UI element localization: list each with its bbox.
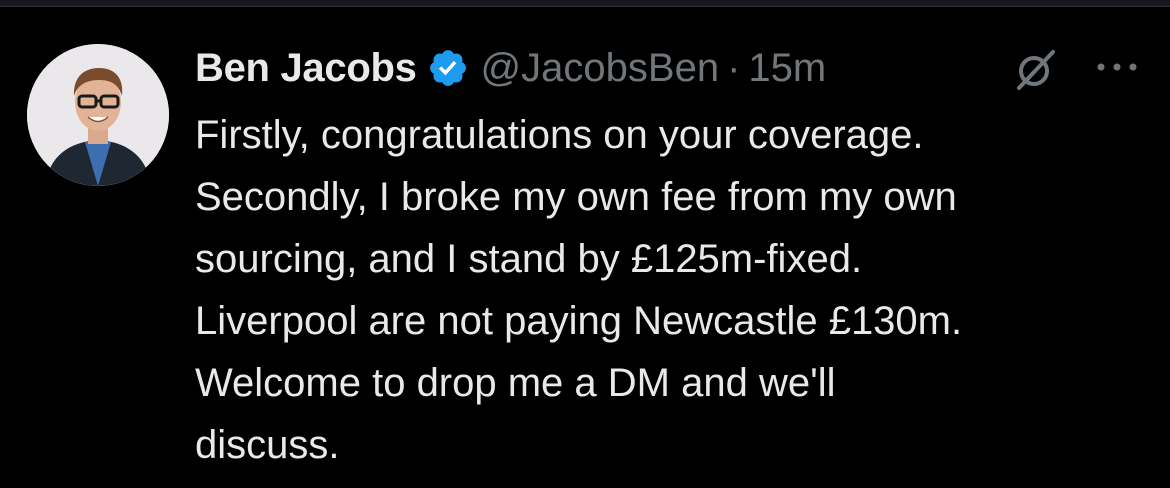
tweet-text-line: Liverpool are not paying Newcastle £130m… (195, 299, 963, 343)
more-options-icon[interactable] (1095, 56, 1139, 78)
tweet-text-line: sourcing, and I stand by £125m-fixed. (195, 237, 863, 281)
tweet-text-line: Welcome to drop me a DM and we'll (195, 361, 836, 405)
grok-slash-icon[interactable] (1013, 46, 1059, 92)
separator-dot: · (727, 45, 741, 90)
tweet-text-line: discuss. (195, 423, 340, 467)
author-handle[interactable]: @JacobsBen (481, 46, 720, 91)
tweet[interactable]: Ben Jacobs @JacobsBen · 15m Firstly, con… (0, 0, 1170, 488)
author-display-name[interactable]: Ben Jacobs (195, 46, 417, 91)
tweet-header: Ben Jacobs @JacobsBen · 15m (195, 40, 826, 96)
verified-badge-icon[interactable] (427, 47, 469, 89)
timestamp[interactable]: 15m (748, 46, 826, 91)
tweet-text-line: Secondly, I broke my own fee from my own (195, 175, 957, 219)
avatar-photo (27, 44, 169, 186)
avatar[interactable] (27, 44, 169, 186)
tweet-text: Firstly, congratulations on your coverag… (195, 104, 1145, 476)
tweet-text-line: Firstly, congratulations on your coverag… (195, 113, 924, 157)
